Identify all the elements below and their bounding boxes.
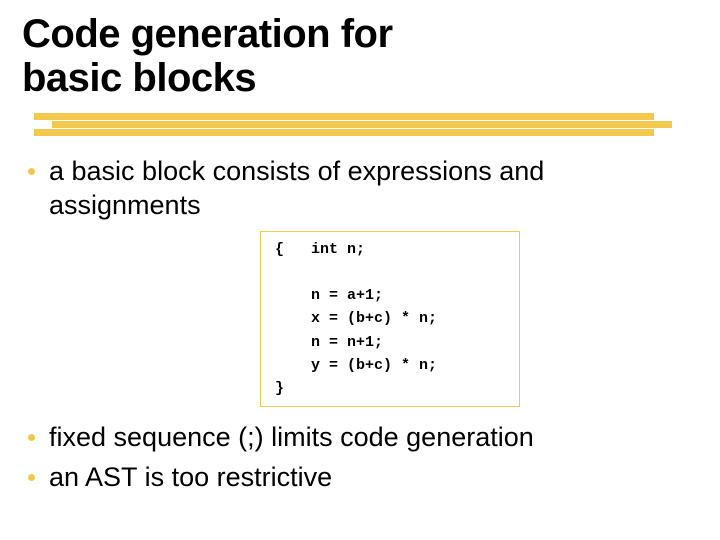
bullet-item: fixed sequence (;) limits code generatio… <box>28 421 692 455</box>
bullet-dot-icon <box>28 168 35 175</box>
title-line-2: basic blocks <box>22 56 256 100</box>
bullet-text: fixed sequence (;) limits code generatio… <box>49 421 534 455</box>
bullet-text: an AST is too restrictive <box>49 461 332 495</box>
content-area: a basic block consists of expressions an… <box>28 155 692 501</box>
bullet-dot-icon <box>28 474 35 481</box>
slide-title: Code generation for basic blocks <box>0 0 720 100</box>
code-block: { int n; n = a+1; x = (b+c) * n; n = n+1… <box>260 231 520 408</box>
title-underline <box>34 113 674 135</box>
bullet-item: an AST is too restrictive <box>28 461 692 495</box>
title-line-1: Code generation for <box>22 12 393 56</box>
bullet-text: a basic block consists of expressions an… <box>49 155 692 223</box>
bullet-dot-icon <box>28 434 35 441</box>
bullet-item: a basic block consists of expressions an… <box>28 155 692 223</box>
